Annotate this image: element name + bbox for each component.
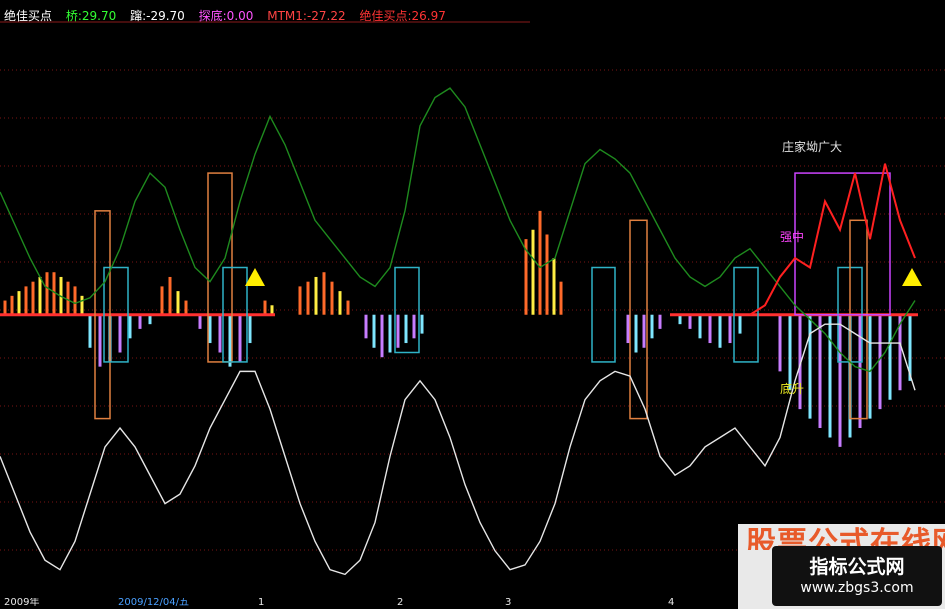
- annotation-strong: 强中: [780, 230, 805, 244]
- date-label: 1: [258, 598, 265, 608]
- indicator-header: 绝佳买点 桥:29.70 蹿:-29.70 探底:0.00 MTM1:-27.2…: [4, 7, 456, 24]
- watermark-plate-title: 指标公式网: [809, 556, 905, 578]
- buy-marker: [902, 267, 922, 286]
- annotation-main-force: 庄家坳广大: [782, 140, 843, 154]
- signal-box: [794, 172, 891, 316]
- header-item-2: 探底:0.00: [198, 9, 254, 23]
- header-item-4: 绝佳买点:26.97: [359, 9, 446, 23]
- chart-panel: 绝佳买点 桥:29.70 蹿:-29.70 探底:0.00 MTM1:-27.2…: [0, 0, 945, 609]
- watermark-url: www.zbgs3.com: [800, 580, 914, 596]
- buy-marker: [245, 267, 265, 286]
- header-item-3: MTM1:-27.22: [267, 9, 346, 23]
- indicator-chart: [0, 21, 945, 576]
- annotation-bottom-rise: 底升: [780, 382, 805, 396]
- date-label: 2: [397, 598, 404, 608]
- date-axis: 2009年 2009/12/04/五 1 2 3 4: [0, 598, 738, 609]
- date-label: 3: [505, 598, 512, 608]
- watermark: 股票公式在线网 指标公式网 www.zbgs3.com: [738, 524, 945, 609]
- date-label: 2009年: [4, 598, 40, 608]
- signal-box: [591, 266, 616, 363]
- watermark-plate: 指标公式网 www.zbgs3.com: [772, 546, 942, 606]
- series-line-green: [0, 87, 916, 373]
- date-label: 2009/12/04/五: [118, 598, 190, 608]
- header-item-0: 桥:29.70: [65, 9, 117, 23]
- header-item-1: 蹿:-29.70: [130, 9, 185, 23]
- date-label: 4: [668, 598, 675, 608]
- indicator-name: 绝佳买点: [4, 9, 53, 23]
